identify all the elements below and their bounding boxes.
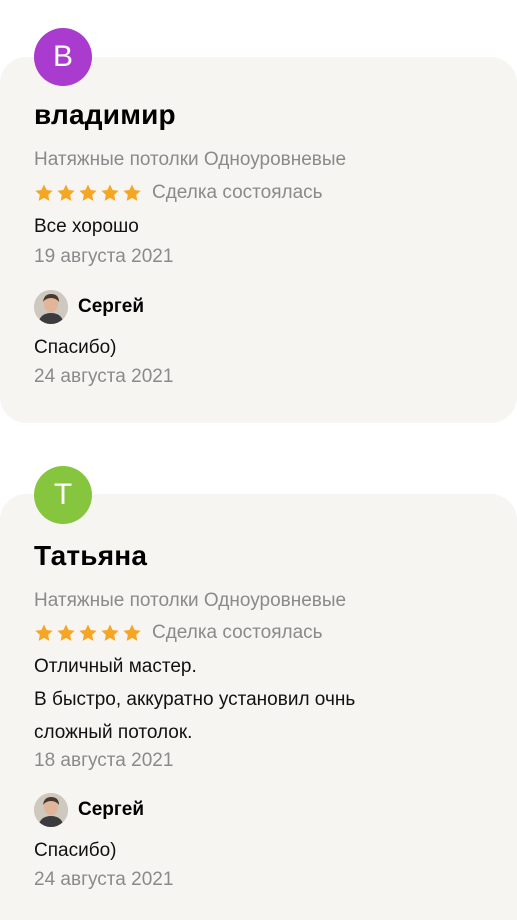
star-icon bbox=[79, 184, 97, 201]
reply-author: Сергей bbox=[78, 296, 145, 317]
review-text-line: В быстро, аккуратно установил очнь bbox=[34, 689, 356, 710]
reply-text: Спасибо) bbox=[34, 840, 117, 861]
review-date: 18 августа 2021 bbox=[34, 750, 174, 771]
review-text: Отличный мастер. В быстро, аккуратно уст… bbox=[34, 650, 355, 749]
star-icon bbox=[123, 184, 141, 201]
rating-row: Сделка состоялась bbox=[34, 621, 323, 645]
reply-date: 24 августа 2021 bbox=[34, 869, 174, 890]
review-text: Все хорошо bbox=[34, 210, 139, 243]
service-category: Натяжные потолки Одноуровневые bbox=[34, 149, 347, 170]
review-text-line: сложный потолок. bbox=[34, 722, 193, 743]
deal-status: Сделка состоялась bbox=[152, 622, 323, 643]
reply-date: 24 августа 2021 bbox=[34, 366, 174, 387]
avatar: Т bbox=[34, 466, 92, 524]
star-rating bbox=[34, 623, 142, 643]
star-icon bbox=[35, 184, 53, 201]
star-icon bbox=[101, 624, 119, 641]
star-icon bbox=[79, 624, 97, 641]
reviewer-name: владимир bbox=[34, 99, 176, 130]
reply-text: Спасибо) bbox=[34, 337, 117, 358]
reply-author: Сергей bbox=[78, 799, 145, 820]
rating-row: Сделка состоялась bbox=[34, 181, 323, 205]
user-photo-icon bbox=[34, 290, 68, 324]
review-date: 19 августа 2021 bbox=[34, 246, 174, 267]
star-icon bbox=[101, 184, 119, 201]
reply-header: Сергей bbox=[34, 793, 144, 827]
star-icon bbox=[35, 624, 53, 641]
service-category: Натяжные потолки Одноуровневые bbox=[34, 590, 347, 611]
avatar: В bbox=[34, 28, 92, 86]
review-text-line: Отличный мастер. bbox=[34, 656, 197, 677]
user-photo-icon bbox=[34, 793, 68, 827]
star-icon bbox=[123, 624, 141, 641]
reviewer-name: Татьяна bbox=[34, 540, 148, 571]
deal-status: Сделка состоялась bbox=[152, 182, 323, 203]
star-icon bbox=[57, 624, 75, 641]
star-rating bbox=[34, 183, 142, 203]
star-icon bbox=[57, 184, 75, 201]
reply-header: Сергей bbox=[34, 290, 144, 324]
review-text-line: Все хорошо bbox=[34, 216, 139, 237]
